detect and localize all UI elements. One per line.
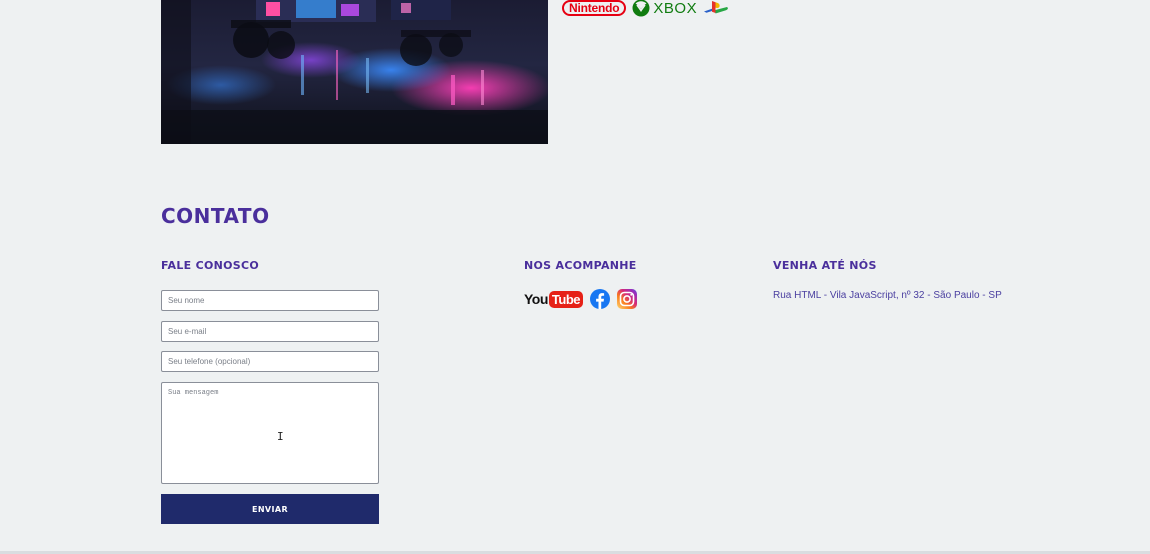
talk-to-us-title: Fale conosco [161, 259, 260, 272]
playstation-icon [704, 1, 728, 14]
social-icons: You Tube [524, 289, 637, 309]
playstation-logo [703, 0, 729, 16]
neon-street-photo [161, 0, 548, 144]
xbox-logo: XBOX [632, 0, 697, 17]
visit-us-title: Venha até nós [773, 259, 877, 272]
xbox-wordmark: XBOX [653, 0, 698, 17]
message-textarea[interactable] [161, 382, 379, 484]
nintendo-logo: Nintendo [562, 0, 627, 16]
instagram-icon[interactable] [617, 289, 637, 309]
xbox-sphere-icon [632, 0, 650, 17]
youtube-icon[interactable]: You Tube [524, 289, 583, 309]
follow-us-title: Nos acompanhe [524, 259, 637, 272]
phone-input[interactable] [161, 351, 379, 372]
console-brand-logos: Nintendo XBOX [562, 0, 729, 17]
submit-button[interactable]: Enviar [161, 494, 379, 524]
name-input[interactable] [161, 290, 379, 311]
contact-section-title: Contato [161, 204, 270, 228]
youtube-you-text: You [524, 291, 548, 307]
hero-image [161, 0, 548, 144]
facebook-icon[interactable] [590, 289, 610, 309]
youtube-tube-text: Tube [548, 290, 583, 308]
address-text: Rua HTML - Vila JavaScript, nº 32 - São … [773, 290, 1002, 301]
email-input[interactable] [161, 321, 379, 342]
